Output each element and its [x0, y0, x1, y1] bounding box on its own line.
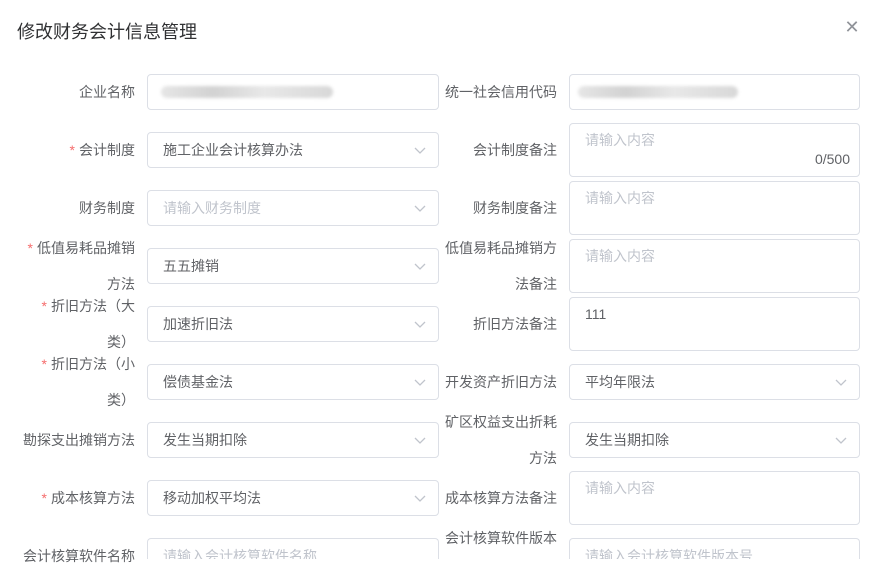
- chevron-down-icon: [414, 379, 426, 386]
- accounting-system-select[interactable]: 施工企业会计核算办法: [147, 132, 439, 168]
- financial-system-label: 财务制度: [79, 200, 135, 216]
- low-value-amortization-note-label: 低值易耗品摊销方 法备注: [445, 240, 557, 292]
- redacted-company-name: [161, 86, 333, 98]
- chevron-down-icon: [414, 321, 426, 328]
- company-name-label: 企业名称: [79, 84, 135, 100]
- depreciation-major-select[interactable]: 加速折旧法: [147, 306, 439, 342]
- dev-asset-depreciation-select[interactable]: 平均年限法: [569, 364, 860, 400]
- depreciation-note-textarea[interactable]: 111: [569, 297, 860, 351]
- low-value-amortization-note-textarea[interactable]: 请输入内容: [569, 239, 860, 293]
- accounting-system-note-label: 会计制度备注: [473, 142, 557, 158]
- cost-accounting-label: * 成本核算方法: [41, 490, 135, 506]
- low-value-amortization-value: 五五摊销: [163, 258, 219, 274]
- accounting-system-label: * 会计制度: [69, 142, 135, 158]
- cost-accounting-note-label: 成本核算方法备注: [445, 490, 557, 506]
- chevron-down-icon: [414, 263, 426, 270]
- depreciation-minor-select[interactable]: 偿债基金法: [147, 364, 439, 400]
- mining-rights-depletion-label: 矿区权益支出折耗 方法: [445, 414, 557, 466]
- software-name-placeholder: 请输入会计核算软件名称: [163, 548, 317, 559]
- accounting-system-note-placeholder: 请输入内容: [585, 132, 655, 148]
- chevron-down-icon: [414, 495, 426, 502]
- software-version-label: 会计核算软件版本: [445, 530, 557, 546]
- accounting-system-value: 施工企业会计核算办法: [163, 142, 303, 158]
- cost-accounting-note-placeholder: 请输入内容: [585, 480, 655, 496]
- software-version-placeholder: 请输入会计核算软件版本号: [585, 548, 753, 559]
- software-name-label: 会计核算软件名称: [23, 548, 135, 564]
- depreciation-major-value: 加速折旧法: [163, 316, 233, 332]
- char-counter: 0/500: [814, 151, 850, 167]
- dev-asset-depreciation-value: 平均年限法: [585, 374, 655, 390]
- cost-accounting-select[interactable]: 移动加权平均法: [147, 480, 439, 516]
- close-icon[interactable]: ✕: [843, 18, 861, 36]
- chevron-down-icon: [414, 205, 426, 212]
- depreciation-minor-value: 偿债基金法: [163, 374, 233, 390]
- cost-accounting-note-textarea[interactable]: 请输入内容: [569, 471, 860, 525]
- financial-system-note-placeholder: 请输入内容: [585, 190, 655, 206]
- depreciation-minor-label: * 折旧方法（小 类）: [41, 356, 135, 408]
- financial-system-select[interactable]: 请输入财务制度: [147, 190, 439, 226]
- mining-rights-depletion-select[interactable]: 发生当期扣除: [569, 422, 860, 458]
- redacted-credit-code: [578, 86, 738, 98]
- software-version-input[interactable]: 请输入会计核算软件版本号: [569, 538, 860, 559]
- software-name-input[interactable]: 请输入会计核算软件名称: [147, 538, 439, 559]
- credit-code-input[interactable]: [569, 74, 860, 110]
- accounting-system-note-textarea[interactable]: 请输入内容 0/500: [569, 123, 860, 177]
- chevron-down-icon: [414, 147, 426, 154]
- low-value-amortization-note-placeholder: 请输入内容: [585, 248, 655, 264]
- dev-asset-depreciation-label: 开发资产折旧方法: [445, 374, 557, 390]
- cost-accounting-value: 移动加权平均法: [163, 490, 261, 506]
- exploration-amortization-label: 勘探支出摊销方法: [23, 432, 135, 448]
- depreciation-note-value: 111: [585, 306, 607, 322]
- exploration-amortization-value: 发生当期扣除: [163, 432, 247, 448]
- financial-system-note-label: 财务制度备注: [473, 200, 557, 216]
- low-value-amortization-select[interactable]: 五五摊销: [147, 248, 439, 284]
- chevron-down-icon: [835, 379, 847, 386]
- depreciation-note-label: 折旧方法备注: [473, 316, 557, 332]
- dialog-title: 修改财务会计信息管理: [17, 22, 197, 42]
- chevron-down-icon: [835, 437, 847, 444]
- exploration-amortization-select[interactable]: 发生当期扣除: [147, 422, 439, 458]
- company-name-input[interactable]: [147, 74, 439, 110]
- financial-system-note-textarea[interactable]: 请输入内容: [569, 181, 860, 235]
- financial-system-placeholder: 请输入财务制度: [163, 200, 261, 216]
- credit-code-label: 统一社会信用代码: [445, 84, 557, 100]
- mining-rights-depletion-value: 发生当期扣除: [585, 432, 669, 448]
- chevron-down-icon: [414, 437, 426, 444]
